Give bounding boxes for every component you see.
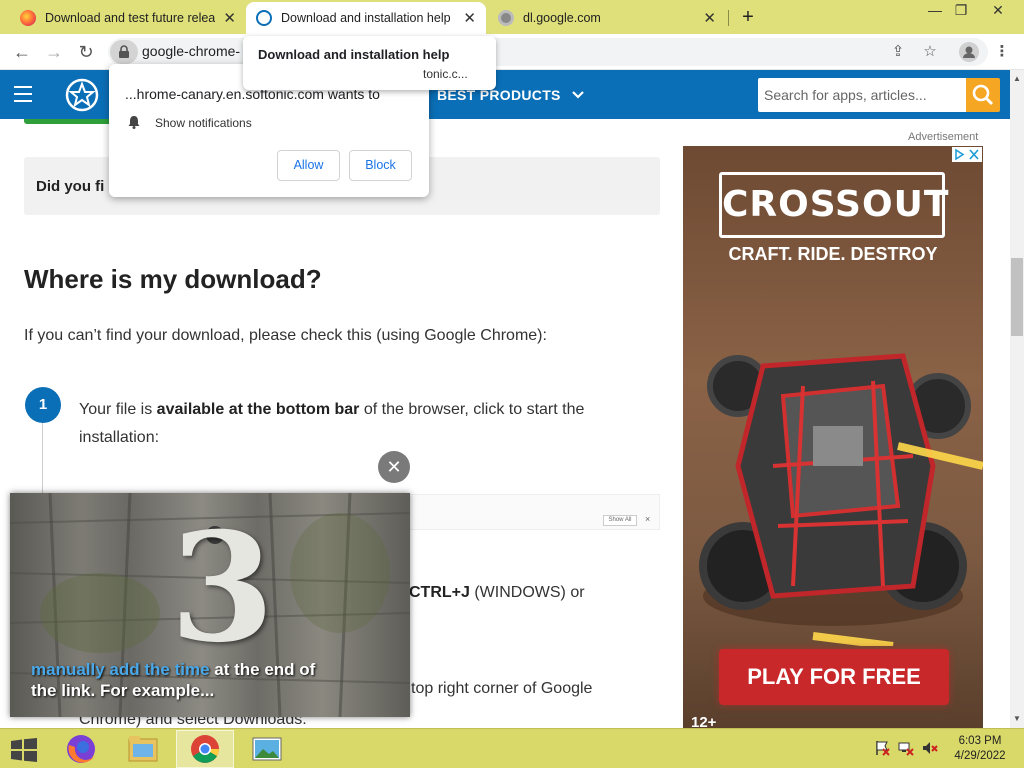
search-input[interactable] xyxy=(758,78,958,112)
clock-time: 6:03 PM xyxy=(958,735,1002,747)
new-tab-button[interactable]: + xyxy=(738,6,758,29)
network-icon[interactable] xyxy=(898,740,914,756)
hover-card-title: Download and installation help xyxy=(258,47,450,62)
step-2-post: (WINDOWS) or xyxy=(469,584,585,601)
chrome-icon xyxy=(191,735,219,763)
tab-hover-card: Download and installation help tonic.c..… xyxy=(243,36,496,90)
floating-video-player[interactable]: 3 manually add the time at the end of th… xyxy=(10,493,410,717)
firefox-icon xyxy=(67,735,95,763)
tab-close-icon[interactable]: ✕ xyxy=(223,9,236,27)
tab-divider xyxy=(728,10,729,26)
flag-icon[interactable] xyxy=(874,740,890,756)
tab-dl-google[interactable]: dl.google.com ✕ xyxy=(488,2,726,34)
scrollbar-thumb[interactable] xyxy=(1011,258,1023,336)
site-info-button[interactable] xyxy=(110,40,138,64)
softonic-logo[interactable] xyxy=(64,78,100,112)
system-clock[interactable]: 6:03 PM 4/29/2022 xyxy=(945,734,1015,764)
clock-date: 4/29/2022 xyxy=(954,750,1006,762)
tab-close-icon[interactable]: ✕ xyxy=(463,9,476,27)
taskbar-chrome[interactable] xyxy=(176,730,234,768)
restore-button[interactable]: ❐ xyxy=(946,0,976,22)
tab-close-icon[interactable]: ✕ xyxy=(703,9,716,27)
share-icon[interactable]: ⇪ xyxy=(886,40,910,64)
url-text: google-chrome- xyxy=(142,43,241,59)
menu-kebab-icon[interactable]: ⋮ xyxy=(990,40,1014,64)
bell-icon xyxy=(128,116,140,129)
intro-text: If you can’t find your download, please … xyxy=(24,327,547,344)
windows-start-icon[interactable] xyxy=(10,738,38,762)
bookmark-star-icon[interactable]: ☆ xyxy=(918,40,942,64)
search-button[interactable] xyxy=(966,78,1000,112)
step-2-bold: CTRL+J xyxy=(409,584,470,601)
ad-tagline: CRAFT. RIDE. DESTROY xyxy=(728,244,938,264)
overlay-number: 3 xyxy=(170,500,275,676)
chevron-down-icon xyxy=(572,91,584,99)
scroll-up-arrow[interactable]: ▲ xyxy=(1010,74,1024,83)
bar-close-icon: × xyxy=(645,514,651,524)
back-button[interactable]: ← xyxy=(10,40,34,64)
scroll-down-arrow[interactable]: ▼ xyxy=(1010,714,1024,723)
tab-title: Download and test future release xyxy=(45,11,216,25)
page-heading: Where is my download? xyxy=(24,264,322,294)
tab-title: Download and installation help xyxy=(281,11,451,25)
play-for-free-button[interactable]: PLAY FOR FREE xyxy=(719,649,949,705)
step-3-line-1: top right corner of Google xyxy=(411,680,593,697)
step-1-badge: 1 xyxy=(25,387,61,423)
tab-title: dl.google.com xyxy=(523,11,601,25)
permission-label: Show notifications xyxy=(155,116,252,130)
reload-button[interactable]: ↻ xyxy=(74,40,98,64)
did-you-text: Did you fi xyxy=(36,178,105,195)
step-connector xyxy=(42,423,43,503)
step-1-bold: available at the bottom bar xyxy=(156,401,360,418)
softonic-icon xyxy=(256,10,272,26)
download-bar-illustration: Show All × xyxy=(400,494,660,530)
hamburger-menu-icon[interactable] xyxy=(14,86,32,102)
age-rating: 12+ xyxy=(691,714,717,728)
folder-icon xyxy=(128,736,158,762)
caption-rest: at the end of xyxy=(209,660,316,679)
video-close-button[interactable]: ✕ xyxy=(378,451,410,483)
video-caption: manually add the time at the end of the … xyxy=(31,659,315,701)
show-all-button: Show All xyxy=(603,515,637,526)
page-scrollbar[interactable] xyxy=(1010,70,1024,728)
tab-strip: Download and test future release ✕ Downl… xyxy=(0,0,1024,34)
step-2-text: CTRL+J (WINDOWS) or xyxy=(409,584,585,602)
volume-muted-icon[interactable] xyxy=(922,740,938,756)
download-button-edge[interactable] xyxy=(24,119,114,124)
taskbar-photos[interactable] xyxy=(238,730,296,768)
lock-icon xyxy=(119,45,129,58)
profile-icon xyxy=(959,42,979,62)
crossout-ad[interactable]: CROSSOUT CRAFT. RIDE. DESTROY PLAY FOR F… xyxy=(683,146,983,728)
block-button[interactable]: Block xyxy=(349,150,412,181)
caption-highlight: manually add the time xyxy=(31,660,210,679)
advertisement-label: Advertisement xyxy=(908,131,979,143)
taskbar-file-explorer[interactable] xyxy=(114,730,172,768)
firefox-icon xyxy=(20,10,36,26)
forward-button[interactable]: → xyxy=(42,40,66,64)
photos-icon xyxy=(252,737,282,761)
profile-avatar[interactable] xyxy=(957,40,981,64)
windows-taskbar: 6:03 PM 4/29/2022 xyxy=(0,728,1024,768)
caption-line-2: the link. For example... xyxy=(31,681,215,700)
search-icon xyxy=(972,84,994,106)
step-1-pre: Your file is xyxy=(79,401,157,418)
site-search xyxy=(758,78,966,112)
step-1-text: Your file is available at the bottom bar… xyxy=(79,396,639,452)
ad-logo: CROSSOUT xyxy=(719,172,948,238)
buggy-image xyxy=(699,353,983,646)
window-close-button[interactable]: ✕ xyxy=(983,0,1013,22)
hover-card-domain: tonic.c... xyxy=(423,67,468,81)
tab-download-help[interactable]: Download and installation help ✕ xyxy=(246,2,486,34)
allow-button[interactable]: Allow xyxy=(277,150,340,181)
taskbar-firefox[interactable] xyxy=(52,730,110,768)
address-bar[interactable]: google-chrome- xyxy=(108,38,988,66)
adchoices-icon[interactable] xyxy=(952,147,982,162)
globe-icon xyxy=(498,10,514,26)
tab-firefox-releases[interactable]: Download and test future release ✕ xyxy=(10,2,246,34)
